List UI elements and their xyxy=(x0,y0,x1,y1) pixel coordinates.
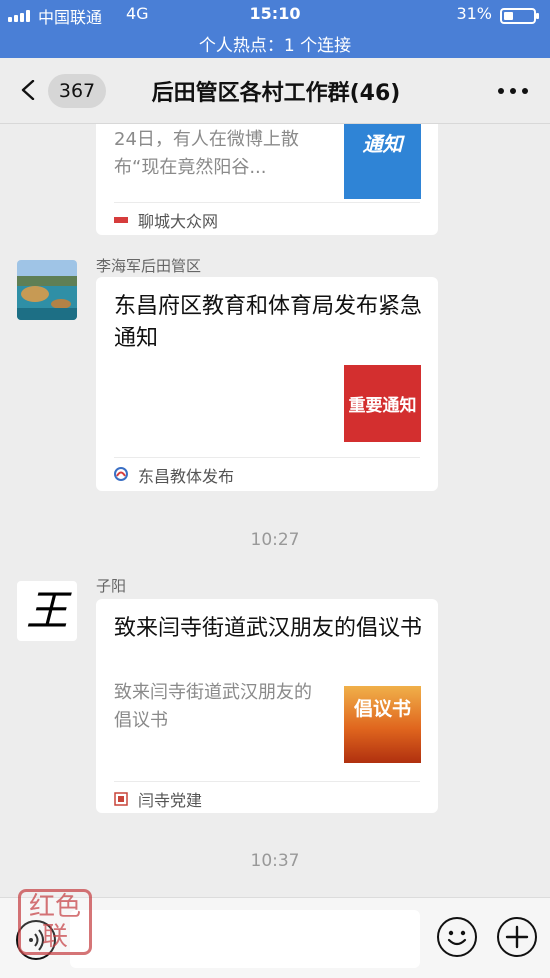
article-source: 聊城大众网 xyxy=(138,212,219,231)
chevron-left-icon[interactable] xyxy=(20,80,38,100)
message-list[interactable]: 24日，有人在微博上散布“现在竟然阳谷... 通知 聊城大众网 李海军后田管区 … xyxy=(0,124,550,909)
emoji-icon[interactable] xyxy=(437,917,477,957)
article-thumbnail: 倡议书 xyxy=(344,686,421,763)
thumbnail-text: 重要通知 xyxy=(348,396,417,416)
red-seal-watermark: 红色联 xyxy=(18,889,92,955)
article-source: 闫寺党建 xyxy=(138,791,203,810)
avatar[interactable] xyxy=(17,260,77,320)
source-logo-icon xyxy=(114,467,128,481)
avatar[interactable]: 王 xyxy=(17,581,77,641)
avatar-calligraphy: 王 xyxy=(25,586,68,635)
article-title: 东昌府区教育和体育局发布紧急通知 xyxy=(114,294,423,351)
thumbnail-text: 通知 xyxy=(362,132,403,156)
card-divider xyxy=(114,781,420,782)
article-card[interactable]: 东昌府区教育和体育局发布紧急通知 重要通知 东昌教体发布 xyxy=(96,277,438,491)
sender-name: 李海军后田管区 xyxy=(96,257,202,275)
article-thumbnail: 通知 xyxy=(344,124,421,199)
lake-landscape-avatar-image xyxy=(17,260,77,320)
more-dots-icon[interactable] xyxy=(496,84,530,98)
article-description: 致来闫寺街道武汉朋友的倡议书 xyxy=(114,682,312,731)
article-card[interactable]: 致来闫寺街道武汉朋友的倡议书 致来闫寺街道武汉朋友的倡议书 倡议书 闫寺党建 xyxy=(96,599,438,813)
thumbnail-text: 倡议书 xyxy=(353,698,411,720)
card-divider xyxy=(114,457,420,458)
message-timestamp: 10:37 xyxy=(250,851,300,871)
chat-title: 后田管区各村工作群(46) xyxy=(151,81,401,106)
plus-icon[interactable] xyxy=(497,917,537,957)
card-divider xyxy=(114,202,420,203)
source-logo-icon xyxy=(114,792,128,806)
hotspot-banner[interactable]: 个人热点：1 个连接 xyxy=(0,31,550,56)
sender-name: 子阳 xyxy=(96,577,127,595)
message-timestamp: 10:27 xyxy=(250,530,300,550)
unread-count-badge[interactable]: 367 xyxy=(48,74,106,108)
article-source: 东昌教体发布 xyxy=(138,467,235,486)
status-bar: 中国联通 4G 15:10 31% 个人热点：1 个连接 xyxy=(0,0,550,58)
article-description: 24日，有人在微博上散布“现在竟然阳谷... xyxy=(114,129,299,178)
article-thumbnail: 重要通知 xyxy=(344,365,421,442)
battery-percent: 31% xyxy=(456,4,492,23)
battery-icon xyxy=(500,8,539,24)
message-input[interactable] xyxy=(70,910,420,968)
article-card[interactable]: 24日，有人在微博上散布“现在竟然阳谷... 通知 聊城大众网 xyxy=(96,124,438,235)
chat-header: 367 后田管区各村工作群(46) xyxy=(0,58,550,124)
article-title: 致来闫寺街道武汉朋友的倡议书 xyxy=(114,616,423,641)
source-logo-icon xyxy=(114,217,128,223)
